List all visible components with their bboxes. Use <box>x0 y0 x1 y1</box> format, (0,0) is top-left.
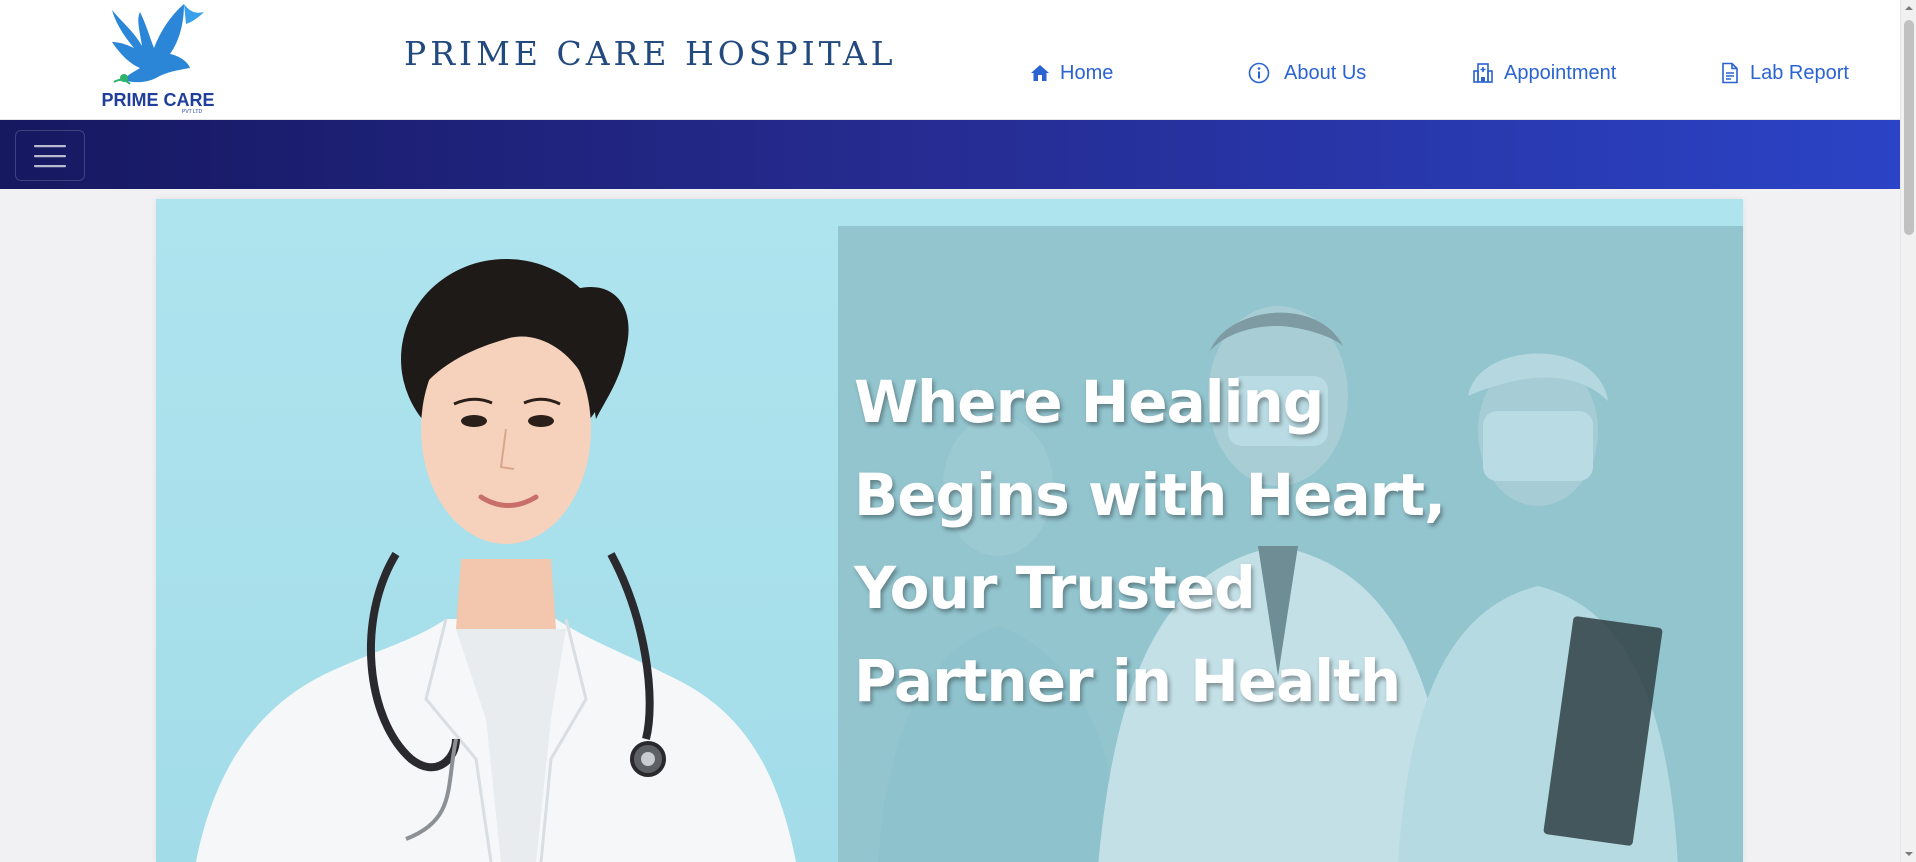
nav-about-label: About Us <box>1284 61 1367 84</box>
scrollbar-thumb[interactable] <box>1904 20 1914 235</box>
hero-banner: Where Healing Begins with Heart, Your Tr… <box>156 199 1743 862</box>
nav-lab-report-label: Lab Report <box>1750 61 1849 84</box>
logo-subtext: PVT LTD <box>182 109 203 115</box>
hero-overlay-panel: Where Healing Begins with Heart, Your Tr… <box>838 226 1743 862</box>
nav-lab-report[interactable]: Lab Report <box>1720 60 1849 86</box>
home-icon <box>1031 65 1049 81</box>
scroll-up-icon[interactable] <box>1904 3 1914 13</box>
nav-home[interactable]: Home <box>1030 60 1113 86</box>
hospital-icon <box>1473 63 1493 83</box>
page-scrollbar[interactable] <box>1900 0 1916 862</box>
site-header: PRIME CARE PVT LTD PRIME CARE HOSPITAL H… <box>0 0 1900 120</box>
nav-about-us[interactable]: About Us <box>1248 60 1366 86</box>
hero-heading: Where Healing Begins with Heart, Your Tr… <box>854 368 1446 715</box>
brand-logo[interactable]: PRIME CARE PVT LTD <box>100 2 216 116</box>
nav-home-label: Home <box>1060 61 1114 84</box>
nav-appointment-label: Appointment <box>1504 61 1617 84</box>
logo-text: PRIME CARE <box>101 90 215 110</box>
doctor-image <box>196 259 796 862</box>
hamburger-icon <box>34 144 66 167</box>
document-icon <box>1722 62 1738 84</box>
navbar-toggle-button[interactable] <box>15 130 85 181</box>
secondary-navbar <box>0 120 1900 189</box>
scroll-down-icon[interactable] <box>1904 849 1914 859</box>
dove-icon <box>112 4 204 85</box>
info-icon <box>1248 62 1270 84</box>
nav-appointment[interactable]: Appointment <box>1472 60 1616 86</box>
site-title: PRIME CARE HOSPITAL <box>404 34 897 73</box>
